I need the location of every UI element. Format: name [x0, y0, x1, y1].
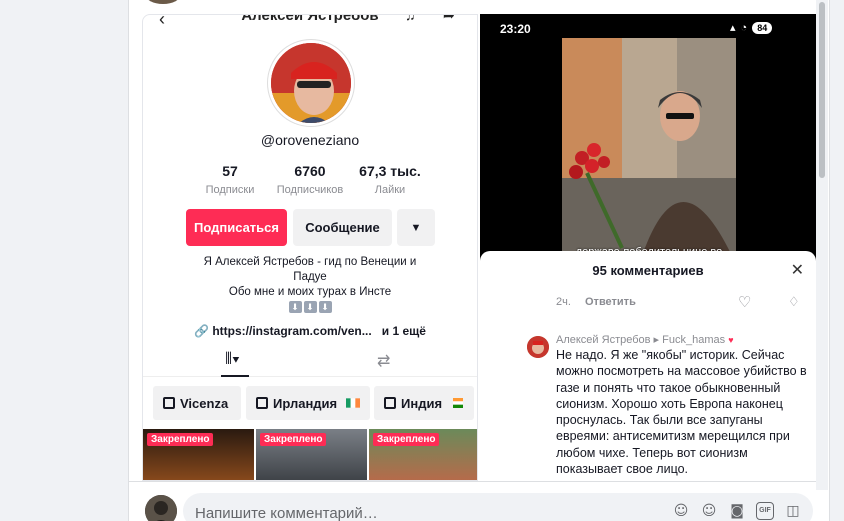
playlist-label: Vicenza	[180, 395, 229, 411]
status-icons: ▴ ◔ 84	[730, 21, 773, 34]
videos-grid-icon[interactable]: ⦀▾	[225, 351, 240, 369]
composer-icons: ☺ ☺ ◙ GIF ◫	[672, 502, 802, 520]
status-time: 23:20	[500, 22, 531, 36]
profile-link-more[interactable]: и 1 ещё	[382, 324, 426, 338]
bio-line: Я Алексей Ястребов - гид по Венеции и	[203, 256, 417, 268]
playlist-vicenza[interactable]: Vicenza	[153, 386, 241, 420]
bell-icon: ♫	[405, 14, 416, 23]
share-icon: ➦	[443, 14, 455, 23]
profile-avatar	[268, 40, 354, 126]
emoji-icon[interactable]: ☺	[700, 502, 718, 520]
comment-reply-to[interactable]: Fuck_hamas	[662, 334, 725, 346]
profile-handle: @oroveneziano	[260, 132, 360, 148]
comment-age: 2ч.	[556, 296, 571, 308]
avatar-sticker-icon[interactable]: ☺	[672, 502, 690, 520]
playlist-icon	[256, 397, 268, 409]
follow-button[interactable]: Подписаться	[186, 209, 287, 246]
creator-heart-icon: ♥	[728, 335, 734, 345]
profile-header-name: Алексей Ястребов	[241, 14, 379, 24]
profile-bio: Я Алексей Ястребов - гид по Венеции и Па…	[143, 255, 477, 315]
tiktok-profile-screenshot[interactable]: ‹ Алексей Ястребов ♫ ➦ @oroveneziano 57 …	[142, 14, 478, 481]
message-button[interactable]: Сообщение	[293, 209, 392, 246]
wifi-icon: ◔	[740, 21, 748, 34]
playlist-icon	[163, 397, 175, 409]
active-tab-indicator	[221, 375, 249, 377]
stat-likes-label: Лайки	[374, 184, 406, 196]
stat-following-label: Подписки	[205, 184, 255, 196]
scrollbar[interactable]	[816, 0, 828, 490]
comment-author[interactable]: Алексей Ястребов	[556, 334, 650, 346]
stat-likes-value: 67,3 тыс.	[359, 163, 421, 179]
playlist-ireland[interactable]: Ирландия	[246, 386, 370, 420]
tiktok-comments-screenshot[interactable]: 23:20 ▴ ◔ 84 державе-победительнице во 9…	[480, 14, 816, 481]
camera-icon[interactable]: ◙	[728, 502, 746, 520]
link-icon: 🔗	[194, 324, 209, 338]
scrollbar-thumb[interactable]	[819, 2, 825, 178]
stat-following[interactable]: 57 Подписки	[185, 163, 275, 196]
down-arrow-emojis: ⬇ ⬇ ⬇	[288, 301, 332, 313]
more-dropdown-button[interactable]: ▼	[397, 209, 435, 246]
stat-likes[interactable]: 67,3 тыс. Лайки	[345, 163, 435, 196]
sticker-icon[interactable]: ◫	[784, 502, 802, 520]
reply-button[interactable]: Ответить	[585, 296, 636, 308]
bio-line: Падуе	[293, 271, 327, 283]
ireland-flag-icon	[346, 398, 361, 408]
composer-divider	[129, 481, 816, 482]
pinned-badge: Закреплено	[373, 433, 440, 446]
comments-sheet: 95 комментариев ✕ 2ч. Ответить ♡ ♢ Алекс…	[480, 251, 816, 481]
playlist-label: Индия	[401, 395, 443, 411]
like-heart-icon[interactable]: ♡	[738, 293, 751, 311]
comment-author-line: Алексей Ястребов ▸ Fuck_hamas ♥	[556, 333, 734, 346]
profile-link-url[interactable]: https://instagram.com/ven...	[212, 324, 371, 338]
pinned-video-thumbnail[interactable]: Закреплено	[256, 429, 367, 480]
dislike-icon[interactable]: ♢	[788, 294, 800, 310]
commenter-avatar[interactable]	[527, 336, 549, 358]
profile-link[interactable]: 🔗 https://instagram.com/ven... и 1 ещё	[143, 324, 477, 338]
india-flag-icon	[453, 398, 464, 408]
close-icon[interactable]: ✕	[791, 260, 804, 280]
stat-following-value: 57	[222, 163, 238, 179]
pinned-badge: Закреплено	[260, 433, 327, 446]
pinned-video-thumbnail[interactable]: Закреплено	[143, 429, 254, 480]
signal-icon: ▴	[730, 22, 736, 34]
pinned-badge: Закреплено	[147, 433, 214, 446]
stat-followers[interactable]: 6760 Подписчиков	[265, 163, 355, 196]
stat-followers-value: 6760	[294, 163, 326, 179]
user-avatar[interactable]	[145, 495, 177, 521]
battery-level: 84	[752, 21, 773, 34]
poster-avatar[interactable]	[145, 0, 181, 4]
comment-text: Не надо. Я же "якобы" историк. Сейчас мо…	[556, 348, 807, 477]
repost-icon[interactable]: ⇄	[377, 351, 390, 371]
video-frame[interactable]: державе-победительнице во	[562, 38, 736, 256]
comments-count-title: 95 комментариев	[592, 263, 704, 278]
stat-followers-label: Подписчиков	[276, 184, 344, 196]
pinned-video-thumbnail[interactable]: Закреплено	[369, 429, 477, 480]
playlist-label: Ирландия	[273, 395, 338, 411]
playlist-india[interactable]: Индия	[374, 386, 474, 420]
reply-arrow-icon: ▸	[653, 334, 660, 346]
profile-tabs: ⦀▾ ⇄	[143, 349, 477, 377]
gif-icon[interactable]: GIF	[756, 502, 774, 520]
bio-line: Обо мне и моих турах в Инсте	[228, 286, 392, 298]
playlist-icon	[384, 397, 396, 409]
